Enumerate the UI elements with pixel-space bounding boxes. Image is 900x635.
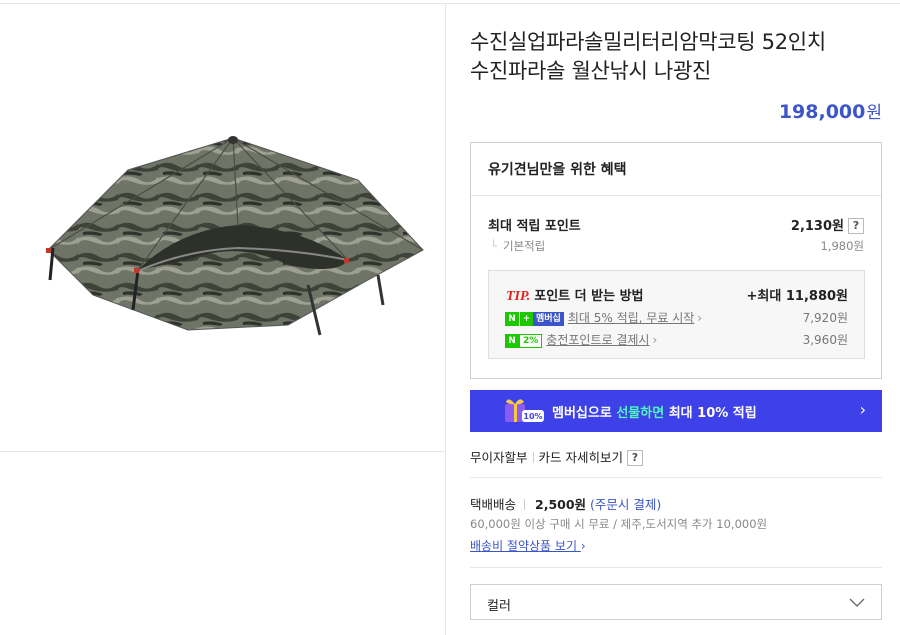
max-point-label: 최대 적립 포인트 <box>488 219 581 234</box>
banner-suffix: 최대 10% 적립 <box>664 406 757 421</box>
shipping-pay-note: (주문시 결제) <box>590 497 662 512</box>
image-bottom-divider <box>0 451 446 452</box>
membership-point-value: 7,920원 <box>802 311 848 325</box>
product-title-line1: 수진실업파라솔밀리터리암막코팅 52인치 <box>470 30 826 54</box>
tip-title: 포인트 더 받는 방법 <box>534 289 644 304</box>
naver-plus-membership-icon: N + 멤버십 <box>505 312 564 326</box>
charge-point-link[interactable]: 충전포인트로 결제시 <box>546 333 649 347</box>
shipping-note: 60,000원 이상 구매 시 무료 / 제주,도서지역 추가 10,000원 <box>470 517 768 531</box>
product-title: 수진실업파라솔밀리터리암막코팅 52인치 수진파라솔 월산낚시 나광진 <box>470 28 882 86</box>
shipping-saver-link[interactable]: 배송비 절약상품 보기 › <box>470 537 586 554</box>
chevron-right-icon: › <box>652 333 658 347</box>
help-icon[interactable]: ? <box>848 218 864 234</box>
tip-box: TIP. 포인트 더 받는 방법 +최대 11,880원 N + 멤버십 최대 5% 적… <box>488 270 865 359</box>
installment-link[interactable]: 무이자할부 <box>470 450 528 465</box>
max-point-value: 2,130원 <box>790 219 844 234</box>
link-separator <box>532 452 534 463</box>
basic-point-label-wrap: └ 기본적립 <box>490 238 545 254</box>
charge-point-value: 3,960원 <box>802 333 848 347</box>
gift-icon: 10% <box>505 399 544 422</box>
divider <box>470 567 882 568</box>
price-currency: 원 <box>866 103 882 123</box>
basic-point-value: 1,980원 <box>820 239 864 253</box>
shipping-info: 택배배송 2,500원 (주문시 결제) <box>470 494 661 513</box>
tip-word: TIP. <box>506 289 531 304</box>
product-title-line2: 수진파라솔 월산낚시 나광진 <box>470 59 711 83</box>
gift-badge-text: 10% <box>523 412 542 421</box>
basic-point-label: 기본적립 <box>502 239 546 253</box>
card-help-icon[interactable]: ? <box>627 450 643 466</box>
tip-row-charge-point-left: N 2% 충전포인트로 결제시 › <box>505 331 657 348</box>
tip-heading: TIP. 포인트 더 받는 방법 <box>506 285 644 305</box>
shipping-saver-label: 배송비 절약상품 보기 <box>470 539 577 553</box>
max-point-value-wrap: 2,130원? <box>791 215 864 234</box>
product-image-panel <box>0 4 446 635</box>
shipping-separator <box>524 499 526 510</box>
naver-2pct-icon: N 2% <box>505 334 543 348</box>
membership-link[interactable]: 최대 5% 적립, 무료 시작 <box>568 311 694 325</box>
shipping-fee: 2,500원 <box>535 497 587 512</box>
card-links: 무이자할부 카드 자세히보기? <box>470 447 643 466</box>
benefit-box: 유기견님만을 위한 혜택 최대 적립 포인트 2,130원? └ 기본적립 1,9… <box>470 142 882 379</box>
tree-branch-icon: └ <box>490 239 497 253</box>
product-image[interactable] <box>38 130 428 340</box>
banner-prefix: 멤버십으로 <box>552 406 617 421</box>
color-option-label: 컬러 <box>487 599 511 614</box>
banner-highlight: 선물하면 <box>616 406 665 421</box>
color-option-select[interactable]: 컬러 <box>470 584 882 620</box>
product-price: 198,000원 <box>779 98 882 123</box>
chevron-down-icon <box>849 598 865 607</box>
shipping-method: 택배배송 <box>470 497 517 512</box>
membership-gift-banner[interactable]: 10% 멤버십으로 선물하면 최대 10% 적립 › <box>470 390 882 432</box>
chevron-right-icon: › <box>580 539 586 553</box>
tip-max-point: +최대 11,880원 <box>746 289 848 304</box>
tip-row-membership-left: N + 멤버십 최대 5% 적립, 무료 시작 › <box>505 309 702 326</box>
banner-text: 멤버십으로 선물하면 최대 10% 적립 <box>552 402 757 421</box>
benefit-header: 유기견님만을 위한 혜택 <box>471 143 881 196</box>
chevron-right-icon: › <box>697 311 703 325</box>
chevron-right-icon: › <box>859 400 866 419</box>
price-value: 198,000 <box>778 101 866 123</box>
card-detail-link[interactable]: 카드 자세히보기 <box>539 450 623 465</box>
divider <box>470 477 882 478</box>
